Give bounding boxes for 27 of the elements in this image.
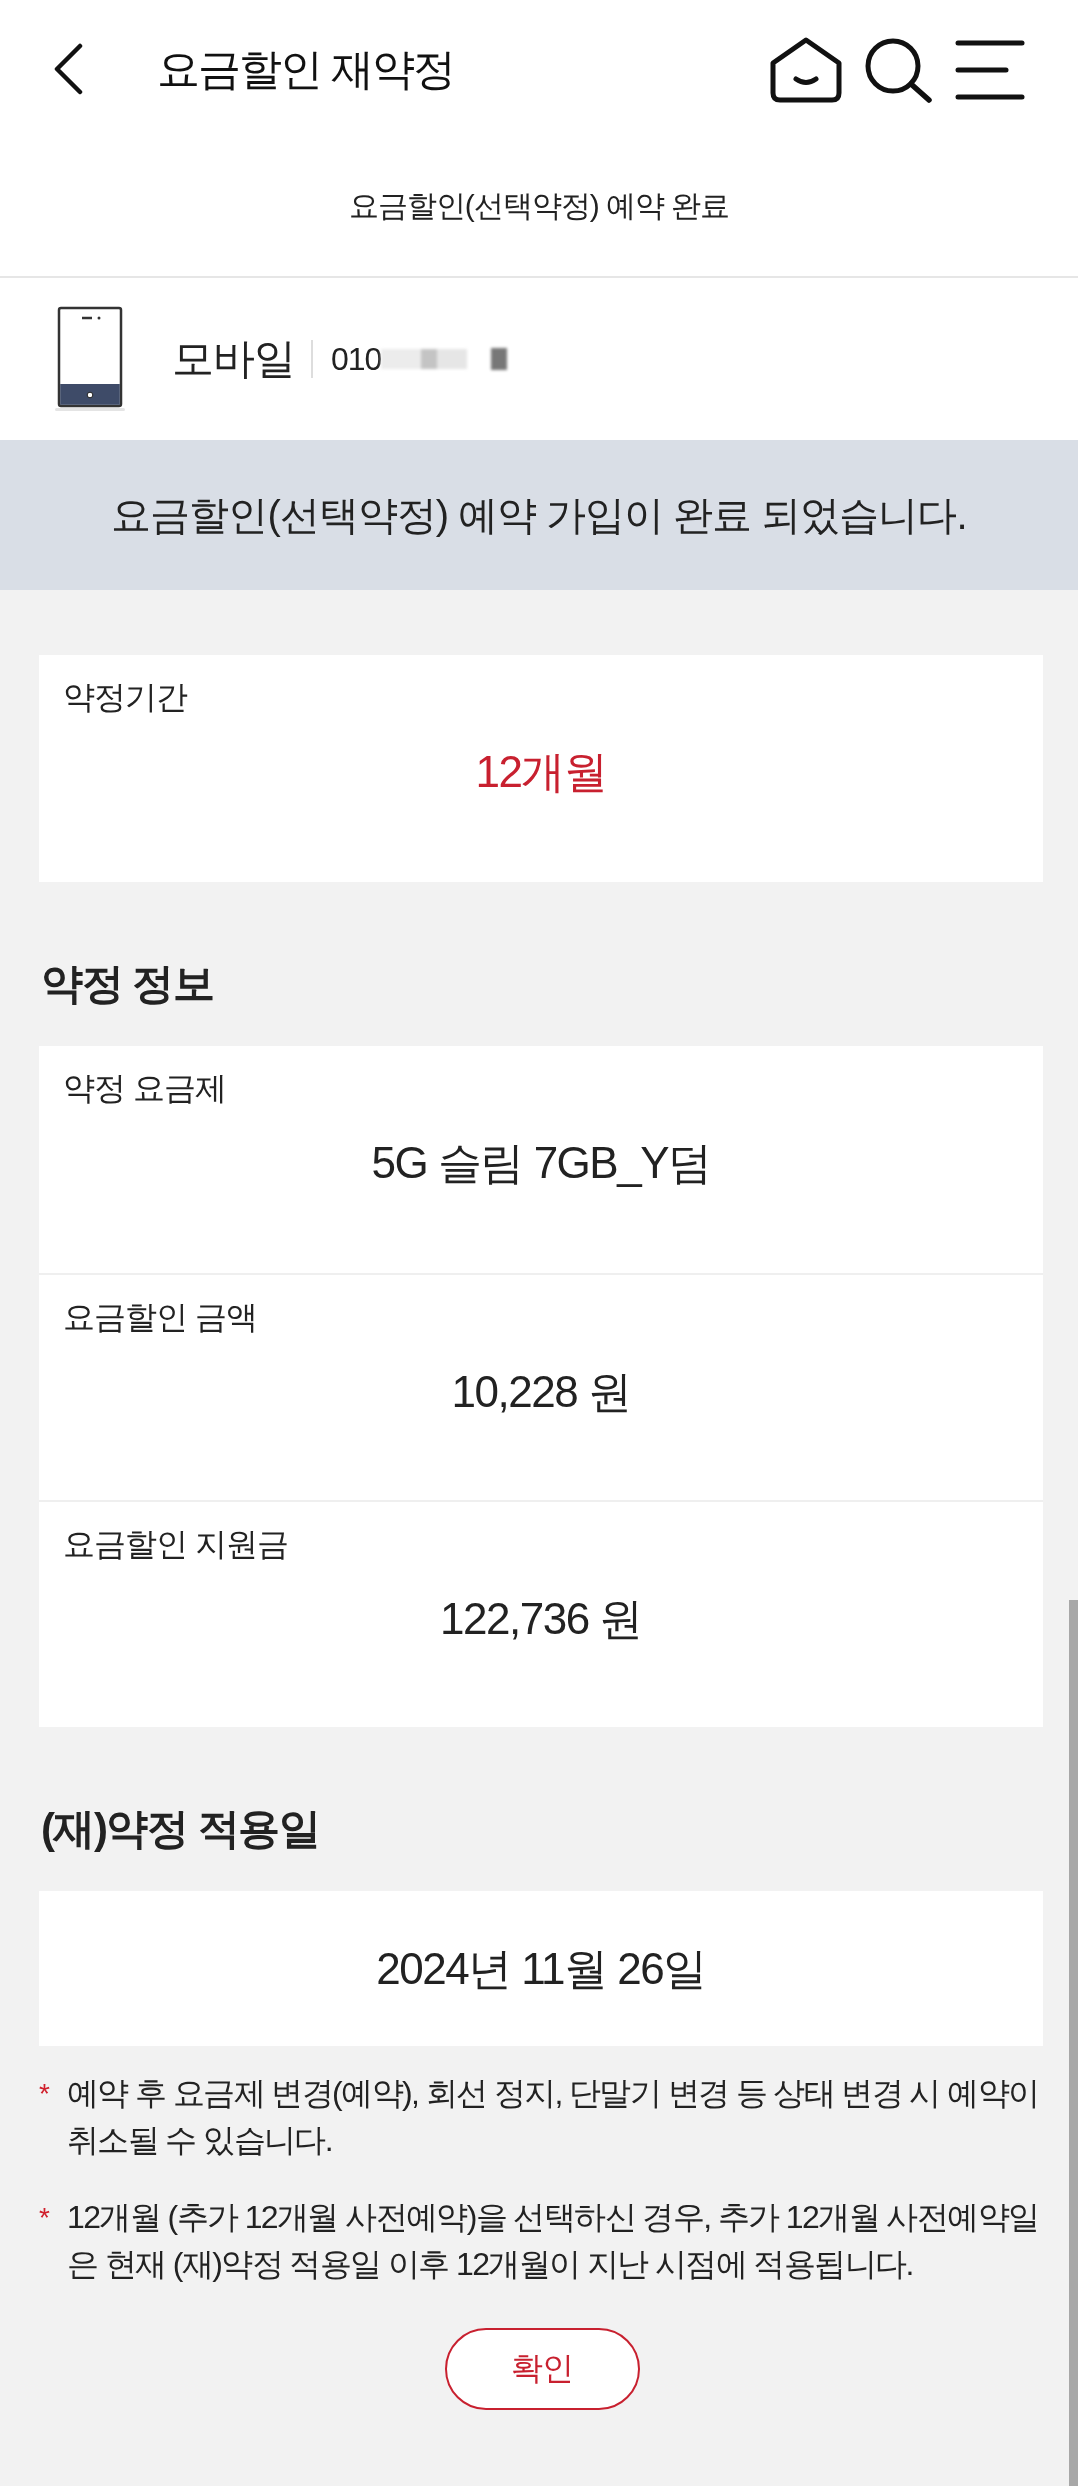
- field-label: 요금할인 지원금: [63, 1525, 289, 1564]
- line-type-label: 모바일: [172, 334, 295, 384]
- field-label: 약정기간: [63, 678, 189, 717]
- field-label: 요금할인 금액: [63, 1298, 258, 1337]
- note-text: 12개월 (추가 12개월 사전예약)을 선택하신 경우, 추가 12개월 사전예약일은 현재 (재)약정 적용일 이후 12개월이 지난 시점에 적용됩니다.: [67, 2198, 1040, 2284]
- back-button[interactable]: [53, 43, 85, 97]
- page-title: 요금할인 재약정: [157, 44, 454, 95]
- home-icon: [770, 37, 842, 103]
- completion-message: 요금할인(선택약정) 예약 가입이 완료 되었습니다.: [111, 491, 967, 539]
- phone-number: 010: [331, 340, 382, 378]
- page-subtitle: 요금할인(선택약정) 예약 완료: [348, 187, 730, 224]
- field-value: 2024년 11월 26일: [376, 1942, 706, 1995]
- mobile-phone-icon: [55, 306, 125, 412]
- field-value: 122,736 원: [439, 1593, 643, 1645]
- field-label: 약정 요금제: [63, 1069, 227, 1108]
- section-heading: 약정 정보: [41, 959, 215, 1009]
- asterisk-mark: *: [39, 2077, 51, 2111]
- confirm-button[interactable]: 확인: [444, 2328, 640, 2410]
- home-button[interactable]: [770, 37, 842, 103]
- back-chevron-icon: [53, 43, 83, 95]
- asterisk-mark: *: [39, 2201, 51, 2235]
- section-heading: (재)약정 적용일: [41, 1804, 321, 1854]
- field-value: 12개월: [474, 746, 608, 798]
- field-value: 10,228 원: [450, 1366, 632, 1418]
- note-text: 예약 후 요금제 변경(예약), 회선 정지, 단말기 변경 등 상태 변경 시 예약이 취소될 수 있습니다.: [67, 2074, 1040, 2160]
- field-value: 5G 슬림 7GB_Y덤: [370, 1137, 712, 1189]
- scrollbar-thumb[interactable]: [1069, 1600, 1078, 2486]
